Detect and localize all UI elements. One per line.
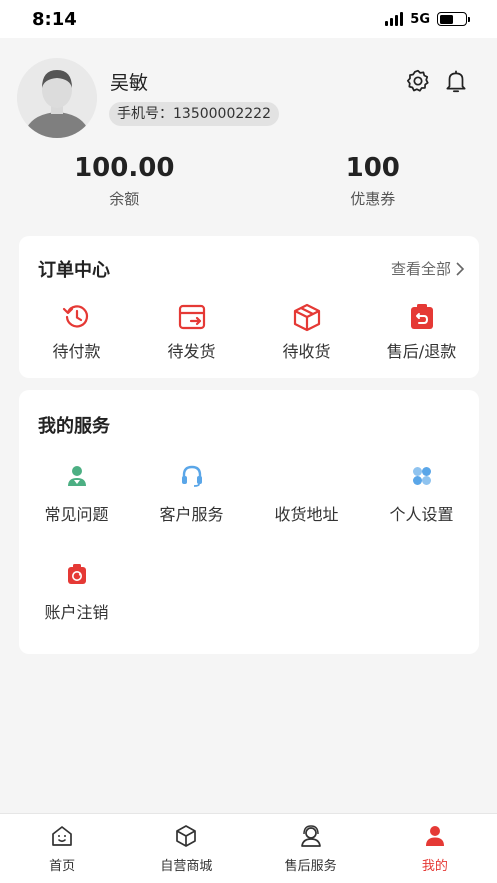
order-pending-receipt[interactable]: 待收货 (249, 302, 364, 362)
phone-badge: 手机号：13500002222 (109, 102, 279, 126)
phone-number: 13500002222 (173, 106, 271, 122)
bell-icon[interactable] (443, 68, 469, 94)
service-account-cancel[interactable]: 账户注销 (19, 562, 134, 623)
status-indicators: 5G (385, 11, 470, 27)
faq-icon (67, 466, 86, 486)
service-shipping-address[interactable]: 收货地址 (249, 464, 364, 525)
address-icon (295, 464, 319, 488)
tab-mall-label: 自营商城 (160, 859, 213, 874)
support-agent-icon (300, 825, 321, 847)
pending-receipt-icon (293, 303, 320, 332)
service-personal-settings-label: 个人设置 (389, 505, 454, 524)
order-center-card: 订单中心 查看全部 待付款 待发货 待收货 售后/退款 (19, 236, 479, 378)
bottom-tab-bar: 首页 自营商城 售后服务 我的 (0, 813, 497, 883)
pending-payment-icon (62, 305, 88, 328)
service-customer-support[interactable]: 客户服务 (134, 464, 249, 525)
order-pending-payment[interactable]: 待付款 (19, 302, 134, 362)
pending-shipment-icon (178, 304, 205, 330)
phone-label: 手机号： (117, 106, 173, 122)
tab-after-sales[interactable]: 售后服务 (249, 814, 373, 883)
status-time: 8:14 (32, 8, 77, 30)
service-personal-settings[interactable]: 个人设置 (364, 464, 479, 525)
tab-after-sales-label: 售后服务 (284, 859, 337, 874)
tab-home[interactable]: 首页 (0, 814, 124, 883)
network-type: 5G (410, 11, 430, 27)
order-refund-label: 售后/退款 (386, 342, 457, 361)
chevron-right-icon (456, 261, 465, 276)
order-pending-payment-label: 待付款 (52, 342, 101, 361)
view-all-label: 查看全部 (390, 260, 451, 278)
user-icon (425, 826, 444, 846)
username: 吴敏 (110, 72, 149, 94)
my-services-title: 我的服务 (38, 416, 110, 437)
avatar[interactable] (17, 58, 97, 138)
tab-mine[interactable]: 我的 (373, 814, 497, 883)
signal-icon (385, 12, 404, 26)
box-icon (176, 825, 197, 847)
refund-icon (410, 304, 433, 329)
profile-header: 吴敏 手机号：13500002222 (0, 38, 497, 138)
coupon-label: 优惠券 (350, 190, 396, 208)
order-center-title: 订单中心 (38, 260, 110, 281)
service-faq[interactable]: 常见问题 (19, 464, 134, 525)
balance-value: 100.00 (74, 153, 175, 183)
service-account-cancel-label: 账户注销 (44, 603, 109, 622)
order-pending-receipt-label: 待收货 (282, 342, 331, 361)
status-bar: 8:14 5G (0, 0, 497, 38)
order-pending-shipment-label: 待发货 (167, 342, 216, 361)
coupon-value: 100 (345, 153, 400, 183)
order-pending-shipment[interactable]: 待发货 (134, 302, 249, 362)
order-refund[interactable]: 售后/退款 (364, 302, 479, 362)
settings-grid-icon (412, 467, 431, 485)
service-customer-support-label: 客户服务 (159, 505, 224, 524)
coupon-stat[interactable]: 100 优惠券 (249, 152, 497, 209)
balance-label: 余额 (109, 190, 140, 208)
account-cancel-icon (67, 564, 86, 584)
tab-home-label: 首页 (49, 859, 76, 874)
view-all-orders-link[interactable]: 查看全部 (391, 258, 465, 279)
tab-mine-label: 我的 (421, 859, 448, 874)
battery-icon (437, 12, 470, 26)
home-icon (52, 826, 72, 846)
service-shipping-address-label: 收货地址 (274, 505, 339, 524)
stats-row: 100.00 余额 100 优惠券 (0, 152, 497, 209)
tab-mall[interactable]: 自营商城 (124, 814, 248, 883)
balance-stat[interactable]: 100.00 余额 (0, 152, 249, 209)
service-faq-label: 常见问题 (44, 505, 109, 524)
gear-icon[interactable] (405, 68, 431, 94)
headset-icon (181, 465, 202, 487)
my-services-card: 我的服务 常见问题 客户服务 收货地址 个人设置 账户注销 (19, 390, 479, 654)
